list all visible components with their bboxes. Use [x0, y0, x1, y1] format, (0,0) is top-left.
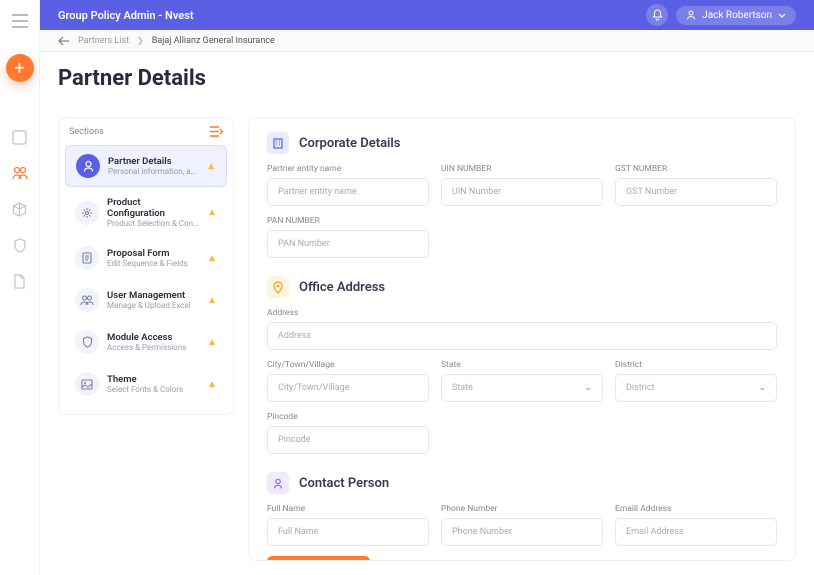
- pincode-input[interactable]: [267, 426, 429, 454]
- city-input[interactable]: [267, 374, 429, 402]
- image-icon: [75, 372, 99, 396]
- warning-icon: ▲: [207, 207, 217, 218]
- notifications-button[interactable]: [646, 4, 668, 26]
- chevron-right-icon: ❯: [137, 36, 144, 45]
- company-icon: [267, 132, 289, 154]
- location-icon: [267, 276, 289, 298]
- user-menu[interactable]: Jack Robertson: [676, 6, 796, 25]
- district-select[interactable]: District⌄: [615, 374, 777, 402]
- breadcrumb-current: Bajaj Allianz General Insurance: [152, 36, 275, 46]
- generate-code-button[interactable]: GENERATE CODE: [267, 556, 370, 561]
- app-side-rail: +: [0, 0, 40, 575]
- form-panel: Corporate Details Partner entity name UI…: [248, 117, 796, 561]
- uin-input[interactable]: [441, 178, 603, 206]
- gst-input[interactable]: [615, 178, 777, 206]
- form-icon: [75, 246, 99, 270]
- document-icon[interactable]: [11, 272, 29, 290]
- warning-icon: ▲: [207, 253, 217, 264]
- address-input[interactable]: [267, 322, 777, 350]
- section-module-access[interactable]: Module AccessAccess & Permissions ▲: [65, 322, 227, 362]
- warning-icon: ▲: [207, 295, 217, 306]
- add-button[interactable]: +: [6, 54, 34, 82]
- shield-icon[interactable]: [11, 236, 29, 254]
- section-product-config[interactable]: Product ConfigurationProduct Selection &…: [65, 189, 227, 236]
- shield-icon: [75, 330, 99, 354]
- warning-icon: ▲: [207, 337, 217, 348]
- partners-icon[interactable]: [11, 164, 29, 182]
- breadcrumb-root[interactable]: Partners List: [78, 36, 129, 46]
- person-icon: [267, 472, 289, 494]
- user-icon: [76, 154, 100, 178]
- office-heading: Office Address: [299, 280, 385, 295]
- app-title: Group Policy Admin - Nvest: [58, 9, 194, 22]
- hamburger-icon[interactable]: [12, 14, 28, 28]
- state-select[interactable]: State⌄: [441, 374, 603, 402]
- user-icon: [686, 10, 696, 20]
- section-proposal-form[interactable]: Proposal FormEdit Sequence & Fields ▲: [65, 238, 227, 278]
- main-region: Group Policy Admin - Nvest Jack Robertso…: [40, 0, 814, 575]
- corporate-heading: Corporate Details: [299, 136, 401, 151]
- section-partner-details[interactable]: Partner DetailsPersonal information, add…: [65, 145, 227, 187]
- chevron-down-icon: ⌄: [758, 383, 766, 393]
- chevron-down-icon: [778, 13, 786, 18]
- warning-icon: ▲: [207, 379, 217, 390]
- email-input[interactable]: [615, 518, 777, 546]
- contact-heading: Contact Person: [299, 476, 389, 491]
- package-icon[interactable]: [11, 200, 29, 218]
- section-theme[interactable]: ThemeSelect Fonts & Colors ▲: [65, 364, 227, 404]
- fullname-input[interactable]: [267, 518, 429, 546]
- section-user-management[interactable]: User ManagementManage & Upload Excel ▲: [65, 280, 227, 320]
- pan-input[interactable]: [267, 230, 429, 258]
- sections-panel: Sections Partner DetailsPersonal informa…: [58, 117, 234, 415]
- breadcrumb: Partners List ❯ Bajaj Allianz General In…: [40, 30, 814, 52]
- user-name: Jack Robertson: [702, 10, 772, 21]
- page-title: Partner Details: [58, 66, 796, 91]
- chevron-down-icon: ⌄: [584, 383, 592, 393]
- phone-input[interactable]: [441, 518, 603, 546]
- sections-menu-icon[interactable]: [210, 126, 223, 137]
- partner-entity-input[interactable]: [267, 178, 429, 206]
- sections-label: Sections: [69, 127, 104, 137]
- dashboard-icon[interactable]: [11, 128, 29, 146]
- config-icon: [75, 201, 99, 225]
- back-button[interactable]: [58, 36, 70, 46]
- users-icon: [75, 288, 99, 312]
- topbar: Group Policy Admin - Nvest Jack Robertso…: [40, 0, 814, 30]
- warning-icon: ▲: [206, 161, 216, 172]
